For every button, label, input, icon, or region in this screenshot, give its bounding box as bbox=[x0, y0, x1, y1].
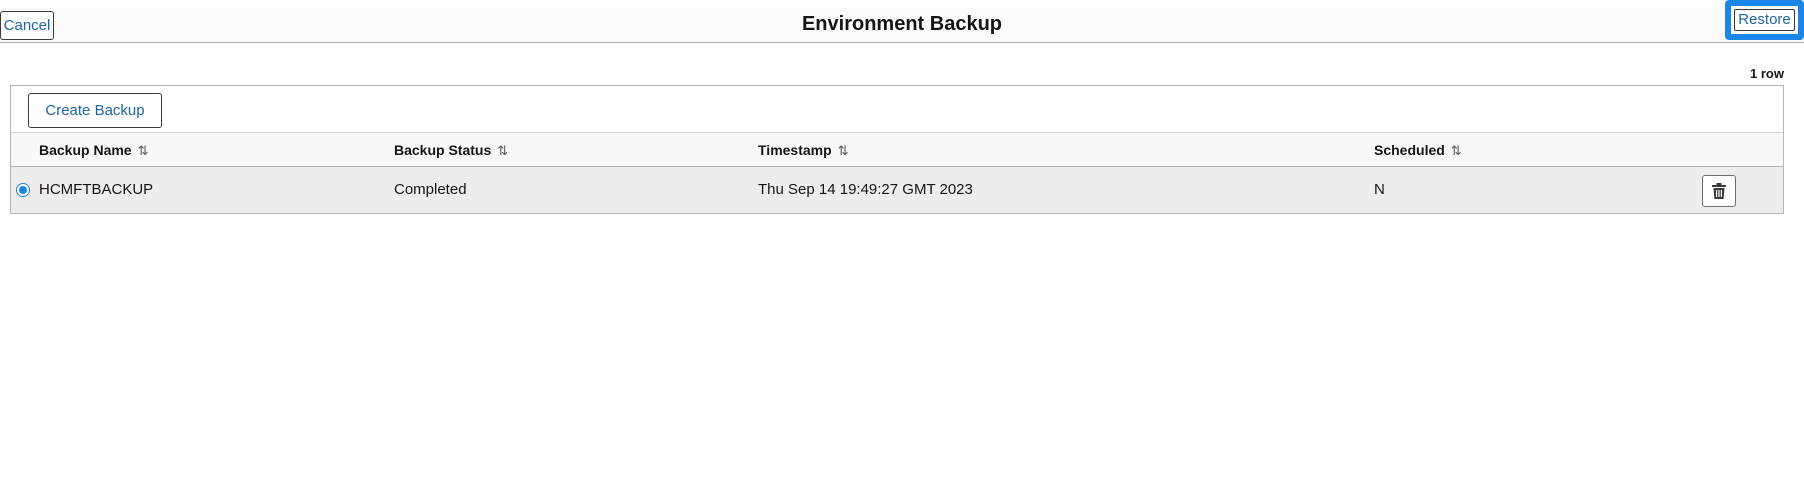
sort-arrows-icon: ⇅ bbox=[837, 143, 849, 158]
delete-button[interactable] bbox=[1702, 175, 1736, 207]
column-header-backup-name[interactable]: Backup Name ⇅ bbox=[39, 142, 149, 159]
radio-selected-dot bbox=[19, 186, 27, 194]
column-header-timestamp[interactable]: Timestamp ⇅ bbox=[758, 142, 849, 159]
page-title: Environment Backup bbox=[801, 13, 1003, 35]
cell-scheduled: N bbox=[1374, 181, 1385, 198]
grid-toolbar: Create Backup bbox=[11, 86, 1783, 133]
sort-arrows-icon: ⇅ bbox=[1450, 143, 1462, 158]
row-count: 1 row bbox=[1750, 66, 1784, 81]
table-row[interactable]: HCMFTBACKUP Completed Thu Sep 14 19:49:2… bbox=[11, 167, 1783, 214]
environment-backup-page: Cancel Environment Backup Restore 1 row … bbox=[0, 0, 1804, 489]
sort-arrows-icon: ⇅ bbox=[497, 143, 509, 158]
grid-header-row: Backup Name ⇅ Backup Status ⇅ Timestamp ⇅ S… bbox=[11, 133, 1783, 167]
restore-button[interactable]: Restore bbox=[1734, 9, 1795, 31]
column-header-scheduled[interactable]: Scheduled ⇅ bbox=[1374, 142, 1462, 159]
page-header: Cancel Environment Backup bbox=[0, 8, 1804, 43]
cell-backup-status: Completed bbox=[394, 181, 467, 198]
column-header-label: Timestamp bbox=[758, 142, 832, 158]
cell-timestamp: Thu Sep 14 19:49:27 GMT 2023 bbox=[758, 181, 973, 198]
column-header-label: Backup Name bbox=[39, 142, 132, 158]
row-select-radio[interactable] bbox=[16, 183, 30, 197]
column-header-label: Scheduled bbox=[1374, 142, 1445, 158]
cell-backup-name: HCMFTBACKUP bbox=[39, 181, 154, 198]
sort-arrows-icon: ⇅ bbox=[137, 143, 149, 158]
restore-button-focus-ring: Restore bbox=[1725, 0, 1804, 40]
column-header-backup-status[interactable]: Backup Status ⇅ bbox=[394, 142, 508, 159]
create-backup-button[interactable]: Create Backup bbox=[28, 93, 162, 128]
trash-icon bbox=[1712, 183, 1726, 199]
backup-grid: Create Backup Backup Name ⇅ Backup Status… bbox=[10, 85, 1784, 214]
column-header-label: Backup Status bbox=[394, 142, 492, 158]
